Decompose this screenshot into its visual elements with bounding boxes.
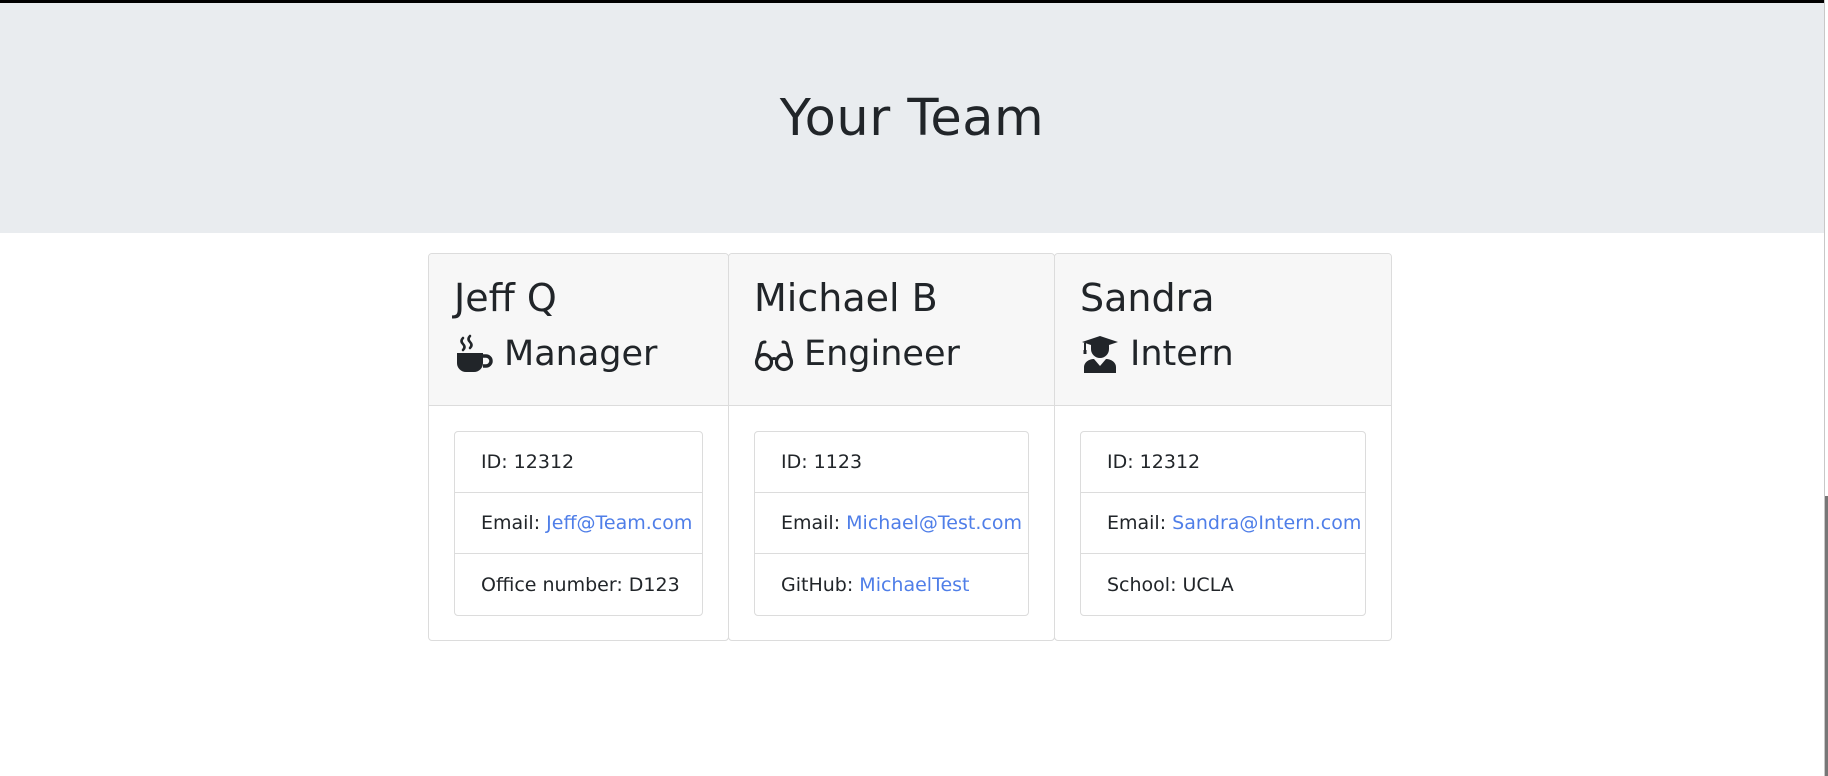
page-title: Your Team (779, 88, 1045, 148)
card-header: Jeff Q Manager (429, 254, 728, 406)
employee-card-intern: Sandra Intern ID: 12312 Email: Sandra@In… (1054, 253, 1392, 641)
list-item-github: GitHub: MichaelTest (755, 554, 1028, 615)
employee-name: Jeff Q (454, 276, 557, 320)
employee-role: Intern (1080, 332, 1391, 376)
card-body: ID: 12312 Email: Jeff@Team.com Office nu… (429, 406, 728, 640)
employee-role: Engineer (754, 332, 1054, 376)
email-link[interactable]: Jeff@Team.com (546, 512, 692, 534)
email-label: Email: (781, 512, 847, 534)
list-item-id: ID: 1123 (755, 432, 1028, 493)
github-label: GitHub: (781, 573, 860, 596)
employee-role: Manager (454, 332, 728, 376)
details-list: ID: 1123 Email: Michael@Test.com GitHub:… (754, 431, 1029, 616)
details-list: ID: 12312 Email: Jeff@Team.com Office nu… (454, 431, 703, 616)
graduate-icon (1082, 336, 1118, 373)
card-header: Michael B Engineer (729, 254, 1054, 406)
list-item-email: Email: Sandra@Intern.com (1081, 493, 1365, 554)
page-header: Your Team (0, 3, 1824, 233)
employee-name: Sandra (1080, 276, 1215, 320)
employee-name: Michael B (754, 276, 938, 320)
role-label: Engineer (804, 334, 960, 374)
list-item-id: ID: 12312 (455, 432, 702, 493)
card-header: Sandra Intern (1055, 254, 1391, 406)
card-body: ID: 12312 Email: Sandra@Intern.com Schoo… (1055, 406, 1391, 640)
glasses-icon (754, 340, 794, 372)
employee-card-manager: Jeff Q Manager ID: 12312 Email: Jeff@Tea… (428, 253, 729, 641)
employee-card-engineer: Michael B Engineer ID: 1123 Email: Micha… (728, 253, 1055, 641)
details-list: ID: 12312 Email: Sandra@Intern.com Schoo… (1080, 431, 1366, 616)
github-link[interactable]: MichaelTest (859, 574, 969, 596)
role-label: Intern (1130, 334, 1234, 374)
list-item-office-number: Office number: D123 (481, 573, 680, 596)
email-link[interactable]: Sandra@Intern.com (1172, 512, 1361, 534)
list-item-id: ID: 12312 (1081, 432, 1365, 493)
card-body: ID: 1123 Email: Michael@Test.com GitHub:… (729, 406, 1054, 640)
email-label: Email: (1107, 512, 1173, 534)
email-link[interactable]: Michael@Test.com (846, 512, 1022, 534)
email-label: Email: (481, 512, 547, 534)
role-label: Manager (504, 334, 658, 374)
coffee-mug-icon (457, 334, 493, 372)
list-item-email: Email: Michael@Test.com (755, 493, 1028, 554)
list-item-school: School: UCLA (1107, 573, 1234, 596)
list-item-email: Email: Jeff@Team.com (455, 493, 702, 554)
